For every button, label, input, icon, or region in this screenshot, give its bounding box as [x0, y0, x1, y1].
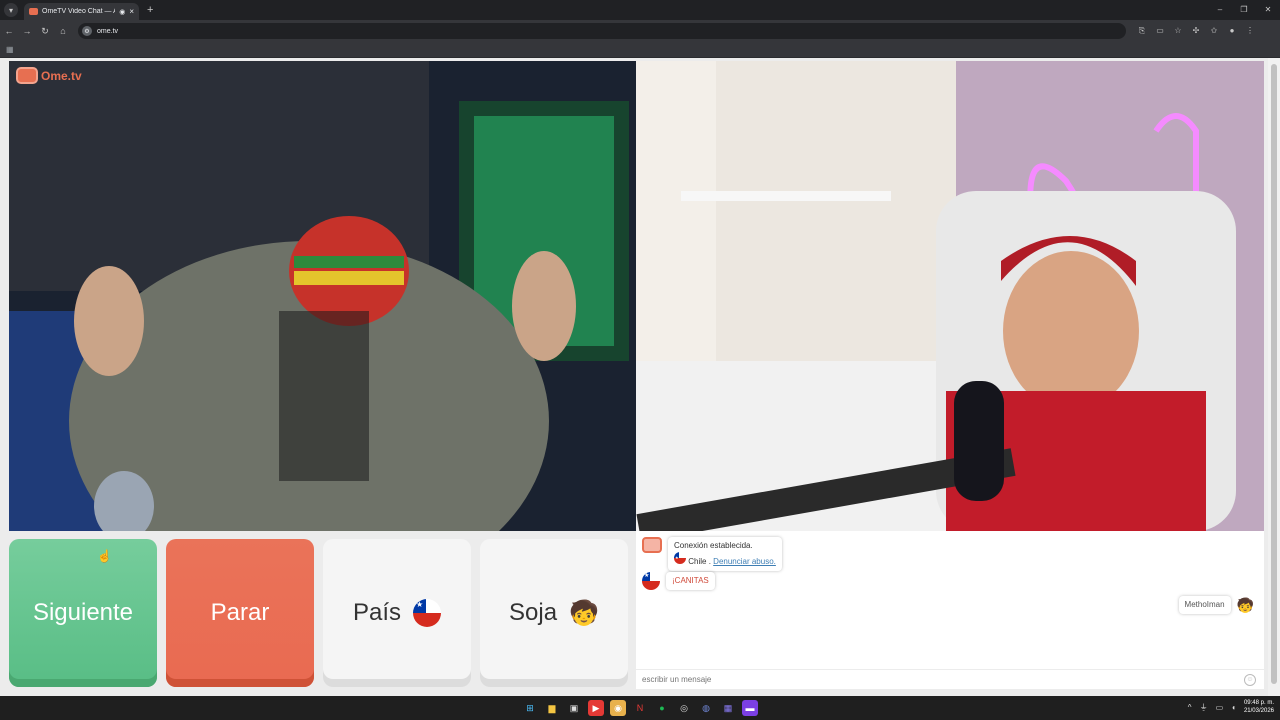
stop-button[interactable]: Parar — [166, 539, 314, 687]
omnibox[interactable]: ⚙ ome.tv — [78, 23, 1126, 39]
translate-icon[interactable]: ⎘ — [1136, 26, 1148, 36]
tray-chevron-icon[interactable]: ^ — [1188, 703, 1192, 712]
country-button-label: País — [352, 599, 402, 626]
apps-grid-icon[interactable]: ▦ — [6, 45, 14, 54]
address-bar-row: ← → ↻ ⌂ ⚙ ome.tv ⎘ ▭ ☆ ✣ ✩ ● ⋮ — [0, 20, 1280, 42]
store-icon[interactable]: ▣ — [566, 700, 582, 716]
page-content: Ome.tv Siguiente ☝ Parar País ★ Soja 🧒 C… — [0, 58, 1280, 696]
country-line: ★ Chile . Denunciar abuso. — [674, 552, 776, 568]
clipchamp-icon[interactable]: ▬ — [742, 700, 758, 716]
close-window-icon[interactable]: ✕ — [1256, 0, 1280, 20]
window-controls: – ❐ ✕ — [1208, 0, 1280, 20]
bookmark-star-icon[interactable]: ☆ — [1172, 26, 1184, 36]
favorites-icon[interactable]: ✩ — [1208, 26, 1220, 36]
connection-status-text: Conexión establecida. — [674, 541, 753, 550]
ometv-logo[interactable]: Ome.tv — [16, 67, 82, 84]
back-icon[interactable]: ← — [0, 26, 18, 36]
bookmarks-bar: ▦ — [0, 42, 1280, 58]
tab-search-icon[interactable]: ▾ — [4, 3, 18, 17]
country-filter-button[interactable]: País ★ — [323, 539, 471, 687]
minimize-icon[interactable]: – — [1208, 0, 1232, 20]
self-message: MethoIman 🧒 — [1178, 596, 1254, 614]
taskbar-apps: ⊞ ▆ ▣ ▶ ◉ N ● ◎ ◍ ▦ ▬ — [522, 700, 758, 716]
chat-input-bar: ☺ — [636, 669, 1264, 689]
self-video — [636, 61, 1264, 531]
windows-start-icon[interactable]: ⊞ — [522, 700, 538, 716]
report-abuse-link[interactable]: Denunciar abuso. — [713, 557, 776, 566]
emoji-icon[interactable]: ☺ — [1244, 674, 1256, 686]
clock-time: 09:48 p. m. — [1243, 700, 1274, 706]
stranger-video-frame — [9, 61, 636, 531]
mouse-cursor-icon: ☝ — [97, 549, 112, 563]
scrollbar-thumb[interactable] — [1271, 64, 1277, 684]
profile-icon[interactable]: ● — [1226, 26, 1238, 36]
stranger-video: Ome.tv — [9, 61, 636, 531]
chrome-icon[interactable]: ◉ — [610, 700, 626, 716]
netflix-icon[interactable]: N — [632, 700, 648, 716]
stop-button-label: Parar — [210, 599, 270, 626]
apps-icon[interactable]: ▦ — [720, 700, 736, 716]
reload-icon[interactable]: ↻ — [36, 26, 54, 37]
tab-favicon-icon — [29, 8, 38, 15]
maximize-icon[interactable]: ❐ — [1232, 0, 1256, 20]
gender-filter-button[interactable]: Soja 🧒 — [480, 539, 628, 687]
file-explorer-icon[interactable]: ▆ — [544, 700, 560, 716]
taskbar: ⊞ ▆ ▣ ▶ ◉ N ● ◎ ◍ ▦ ▬ ^ ⏚ ▭ ◖ 09:48 p. m… — [0, 696, 1280, 720]
chat-panel: Conexión establecida. ★ Chile . Denuncia… — [636, 531, 1264, 689]
clock[interactable]: 09:48 p. m. 21/03/2026 — [1244, 699, 1274, 715]
new-tab-button[interactable]: + — [147, 4, 153, 16]
url-text[interactable]: ome.tv — [97, 28, 118, 35]
spotify-icon[interactable]: ● — [654, 700, 670, 716]
tv-logo-icon — [16, 67, 38, 84]
tray-speaker-icon[interactable]: ◖ — [1231, 703, 1236, 712]
message-input[interactable] — [642, 675, 1232, 684]
chile-flag-small-icon: ★ — [674, 552, 686, 564]
tab-close-icon[interactable]: × — [129, 7, 134, 16]
ometv-avatar-icon — [642, 537, 662, 553]
discord-icon[interactable]: ◍ — [698, 700, 714, 716]
forward-icon[interactable]: → — [18, 26, 36, 36]
stranger-message-text: ¡CANITAS — [666, 572, 715, 590]
system-bubble: Conexión establecida. ★ Chile . Denuncia… — [668, 537, 782, 571]
stranger-chile-flag-icon: ★ — [642, 572, 660, 590]
tray-usb-icon[interactable]: ⏚ — [1200, 702, 1208, 713]
gender-button-label: Soja — [509, 599, 558, 626]
site-info-icon[interactable]: ⚙ — [82, 26, 92, 36]
tab-title: OmeTV Video Chat — Altr — [42, 8, 115, 15]
logo-text: Ome.tv — [41, 68, 82, 83]
toolbar-actions: ⎘ ▭ ☆ ✣ ✩ ● ⋮ — [1136, 26, 1256, 36]
browser-tab[interactable]: OmeTV Video Chat — Altr ◉ × — [24, 3, 139, 20]
self-message-text: MethoIman — [1178, 596, 1231, 614]
next-button-label: Siguiente — [32, 599, 134, 626]
self-face-icon: 🧒 — [1236, 596, 1254, 613]
stranger-message: ★ ¡CANITAS — [642, 572, 715, 590]
chile-flag-icon: ★ — [413, 599, 442, 627]
clock-date: 21/03/2026 — [1243, 708, 1274, 714]
system-tray: ^ ⏚ ▭ ◖ 09:48 p. m. 21/03/2026 — [1188, 699, 1274, 715]
github-icon[interactable]: ◎ — [676, 700, 692, 716]
page-scrollbar[interactable] — [1268, 58, 1280, 696]
country-name: Chile — [688, 557, 707, 566]
more-menu-icon[interactable]: ⋮ — [1244, 26, 1256, 36]
cast-icon[interactable]: ▭ — [1154, 26, 1166, 36]
self-video-frame — [636, 61, 1264, 531]
audio-playing-icon[interactable]: ◉ — [119, 8, 125, 16]
extensions-icon[interactable]: ✣ — [1190, 26, 1202, 36]
youtube-icon[interactable]: ▶ — [588, 700, 604, 716]
tab-strip: ▾ OmeTV Video Chat — Altr ◉ × + – ❐ ✕ — [0, 0, 1280, 20]
home-icon[interactable]: ⌂ — [54, 26, 72, 36]
system-message: Conexión establecida. ★ Chile . Denuncia… — [642, 537, 782, 571]
tray-network-icon[interactable]: ▭ — [1216, 703, 1224, 712]
boy-face-icon: 🧒 — [569, 599, 599, 627]
next-button[interactable]: Siguiente — [9, 539, 157, 687]
country-separator: . — [708, 557, 711, 566]
